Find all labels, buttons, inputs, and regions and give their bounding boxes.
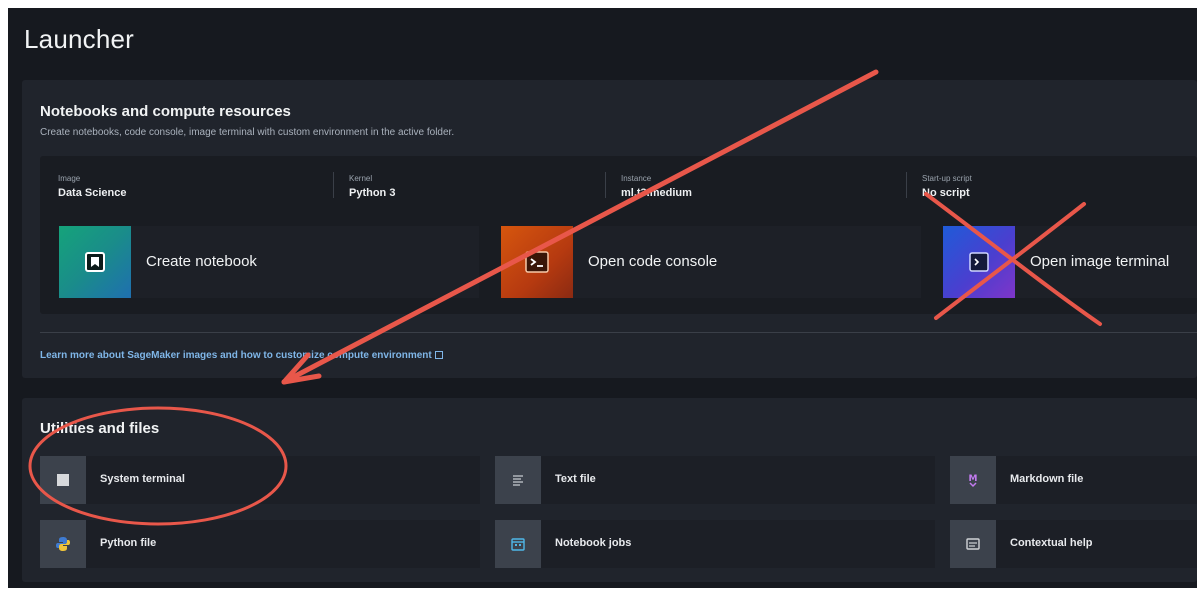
instance-selector[interactable]: Instance ml.t3.medium — [621, 174, 692, 199]
startup-script-value: No script — [922, 187, 970, 199]
panel-divider — [40, 332, 1197, 333]
text-file-icon — [495, 456, 541, 504]
open-image-terminal-button[interactable]: Open image terminal — [943, 226, 1197, 298]
contextual-help-button[interactable]: Contextual help — [950, 520, 1197, 568]
environment-box: Image Data Science Kernel Python 3 Insta… — [40, 156, 1197, 314]
env-divider — [906, 172, 907, 198]
notebooks-panel-title: Notebooks and compute resources — [40, 103, 291, 120]
external-link-icon — [434, 351, 443, 359]
calendar-icon — [495, 520, 541, 568]
markdown-icon: M — [950, 456, 996, 504]
startup-script-label: Start-up script — [922, 174, 972, 183]
create-notebook-button[interactable]: Create notebook — [59, 226, 479, 298]
learn-more-link[interactable]: Learn more about SageMaker images and ho… — [40, 350, 443, 361]
terminal-icon — [40, 456, 86, 504]
launcher-window: Launcher Notebooks and compute resources… — [8, 8, 1197, 588]
image-label: Image — [58, 174, 81, 183]
system-terminal-button[interactable]: System terminal — [40, 456, 480, 504]
notebook-jobs-button[interactable]: Notebook jobs — [495, 520, 935, 568]
kernel-label: Kernel — [349, 174, 373, 183]
svg-text:M: M — [969, 474, 978, 484]
markdown-file-button[interactable]: M Markdown file — [950, 456, 1197, 504]
notebooks-panel: Notebooks and compute resources Create n… — [22, 80, 1197, 378]
create-notebook-label: Create notebook — [146, 253, 257, 270]
kernel-selector[interactable]: Kernel Python 3 — [349, 174, 395, 199]
notebook-icon — [59, 226, 131, 298]
open-code-console-button[interactable]: Open code console — [501, 226, 921, 298]
system-terminal-label: System terminal — [100, 473, 185, 485]
page-title: Launcher — [24, 24, 135, 54]
image-terminal-icon — [943, 226, 1015, 298]
markdown-file-label: Markdown file — [1010, 473, 1084, 485]
utilities-panel: Utilities and files System terminal Text… — [22, 398, 1197, 582]
env-divider — [333, 172, 334, 198]
instance-label: Instance — [621, 174, 652, 183]
image-value: Data Science — [58, 187, 127, 199]
python-file-button[interactable]: Python file — [40, 520, 480, 568]
env-divider — [605, 172, 606, 198]
startup-script-selector[interactable]: Start-up script No script — [922, 174, 972, 199]
kernel-value: Python 3 — [349, 187, 396, 199]
instance-value: ml.t3.medium — [621, 187, 692, 199]
text-file-label: Text file — [555, 473, 596, 485]
image-selector[interactable]: Image Data Science — [58, 174, 126, 199]
contextual-help-label: Contextual help — [1010, 537, 1093, 549]
console-icon — [501, 226, 573, 298]
utilities-panel-title: Utilities and files — [40, 420, 160, 437]
notebook-jobs-label: Notebook jobs — [555, 537, 632, 549]
open-image-terminal-label: Open image terminal — [1030, 253, 1170, 270]
python-file-label: Python file — [100, 537, 157, 549]
open-code-console-label: Open code console — [588, 253, 718, 270]
python-icon — [40, 520, 86, 568]
learn-more-text: Learn more about SageMaker images and ho… — [40, 350, 432, 361]
text-file-button[interactable]: Text file — [495, 456, 935, 504]
help-panel-icon — [950, 520, 996, 568]
notebooks-panel-subtitle: Create notebooks, code console, image te… — [40, 127, 455, 138]
